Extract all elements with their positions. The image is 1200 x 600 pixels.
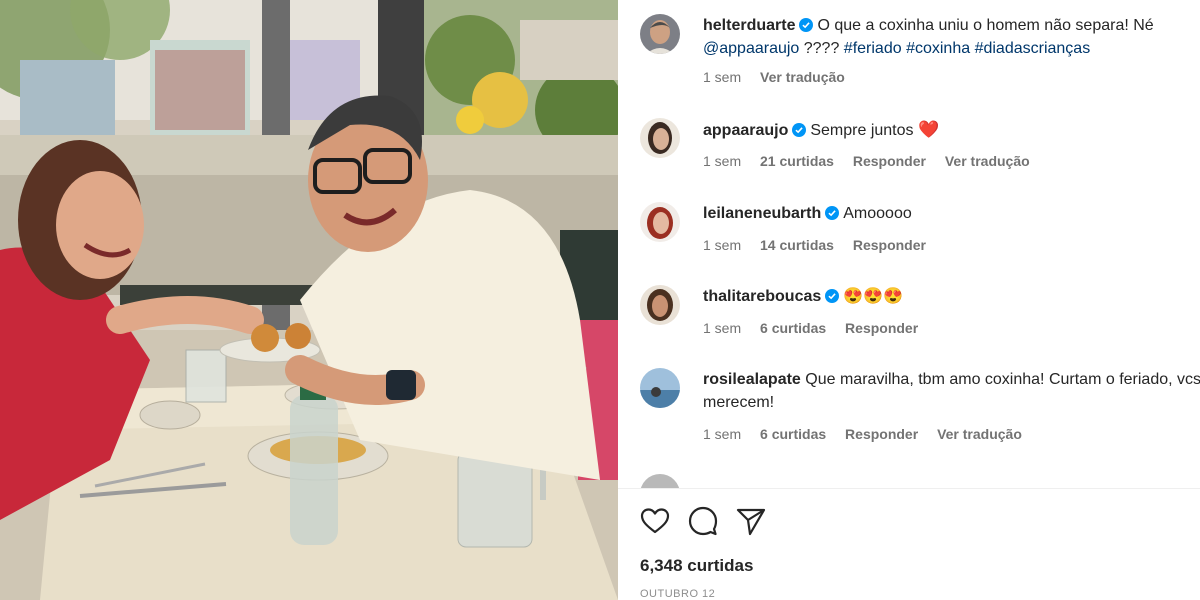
timestamp: 1 sem: [703, 320, 742, 336]
likes-count[interactable]: 6 curtidas: [760, 320, 826, 336]
translate-link[interactable]: Ver tradução: [945, 153, 1030, 169]
verified-badge-icon: [825, 289, 840, 303]
translate-link[interactable]: Ver tradução: [760, 69, 845, 85]
reply-button[interactable]: Responder: [845, 320, 918, 336]
comment-body: Amooooo: [843, 205, 912, 222]
likes-count[interactable]: 21 curtidas: [760, 153, 834, 169]
comment-text: appaaraujo Sempre juntos ❤️: [703, 118, 1200, 142]
timestamp: 1 sem: [703, 426, 742, 442]
caption-body-1: O que a coxinha uniu o homem não separa!…: [817, 17, 1154, 34]
likes-count[interactable]: 14 curtidas: [760, 237, 834, 253]
hashtag-link[interactable]: #feriado: [844, 40, 902, 57]
avatar[interactable]: [640, 368, 680, 408]
comment-meta: 1 sem 6 curtidas Responder Ver tradução: [703, 426, 1037, 442]
reply-button[interactable]: Responder: [853, 237, 926, 253]
divider: [618, 488, 1200, 489]
caption-body-2: ????: [799, 40, 844, 57]
comment-body: Sempre juntos: [810, 122, 918, 139]
share-icon[interactable]: [735, 505, 767, 537]
avatar[interactable]: [640, 118, 680, 158]
comment-meta: 1 sem 14 curtidas Responder: [703, 237, 941, 253]
caption-meta: 1 sem Ver tradução: [703, 69, 860, 85]
post-date: OUTUBRO 12: [640, 588, 716, 600]
heart-eyes-emoji: 😍😍😍: [843, 288, 904, 305]
hashtag-link[interactable]: #coxinha: [906, 40, 970, 57]
comments-list[interactable]: helterduarte O que a coxinha uniu o homem…: [618, 0, 1200, 488]
reply-button[interactable]: Responder: [853, 153, 926, 169]
comment-username[interactable]: appaaraujo: [703, 122, 788, 139]
timestamp: 1 sem: [703, 69, 742, 85]
comment-meta: 1 sem 6 curtidas Responder: [703, 320, 933, 336]
caption-text: helterduarte O que a coxinha uniu o homem…: [703, 14, 1200, 60]
comment-meta: 1 sem 21 curtidas Responder Ver tradução: [703, 153, 1045, 169]
timestamp: 1 sem: [703, 237, 742, 253]
verified-badge-icon: [825, 206, 840, 220]
mention-link[interactable]: @appaaraujo: [703, 40, 799, 57]
avatar[interactable]: [640, 285, 680, 325]
post-photo: [0, 0, 618, 600]
comment-username[interactable]: thalitareboucas: [703, 288, 821, 305]
post-side-panel: helterduarte O que a coxinha uniu o homem…: [618, 0, 1200, 600]
caption-username[interactable]: helterduarte: [703, 17, 795, 34]
avatar[interactable]: [640, 202, 680, 242]
comment-text: thalitareboucas 😍😍😍: [703, 285, 1200, 308]
comment-text: leilaneneubarth Amooooo: [703, 202, 1200, 225]
reply-button[interactable]: Responder: [845, 426, 918, 442]
timestamp: 1 sem: [703, 153, 742, 169]
comment-icon[interactable]: [687, 505, 719, 537]
verified-badge-icon: [792, 123, 807, 137]
comment-username[interactable]: rosilealapate: [703, 371, 801, 388]
verified-badge-icon: [799, 18, 814, 32]
likes-count[interactable]: 6 curtidas: [760, 426, 826, 442]
comment-text: rosilealapate Que maravilha, tbm amo cox…: [703, 368, 1200, 414]
avatar[interactable]: [640, 474, 680, 488]
comment-username[interactable]: leilaneneubarth: [703, 205, 821, 222]
hashtag-link[interactable]: #diadascrianças: [975, 40, 1091, 57]
avatar[interactable]: [640, 14, 680, 54]
red-heart-emoji: ❤️: [917, 120, 940, 139]
heart-icon[interactable]: [639, 505, 671, 537]
translate-link[interactable]: Ver tradução: [937, 426, 1022, 442]
likes-count[interactable]: 6,348 curtidas: [640, 556, 753, 576]
